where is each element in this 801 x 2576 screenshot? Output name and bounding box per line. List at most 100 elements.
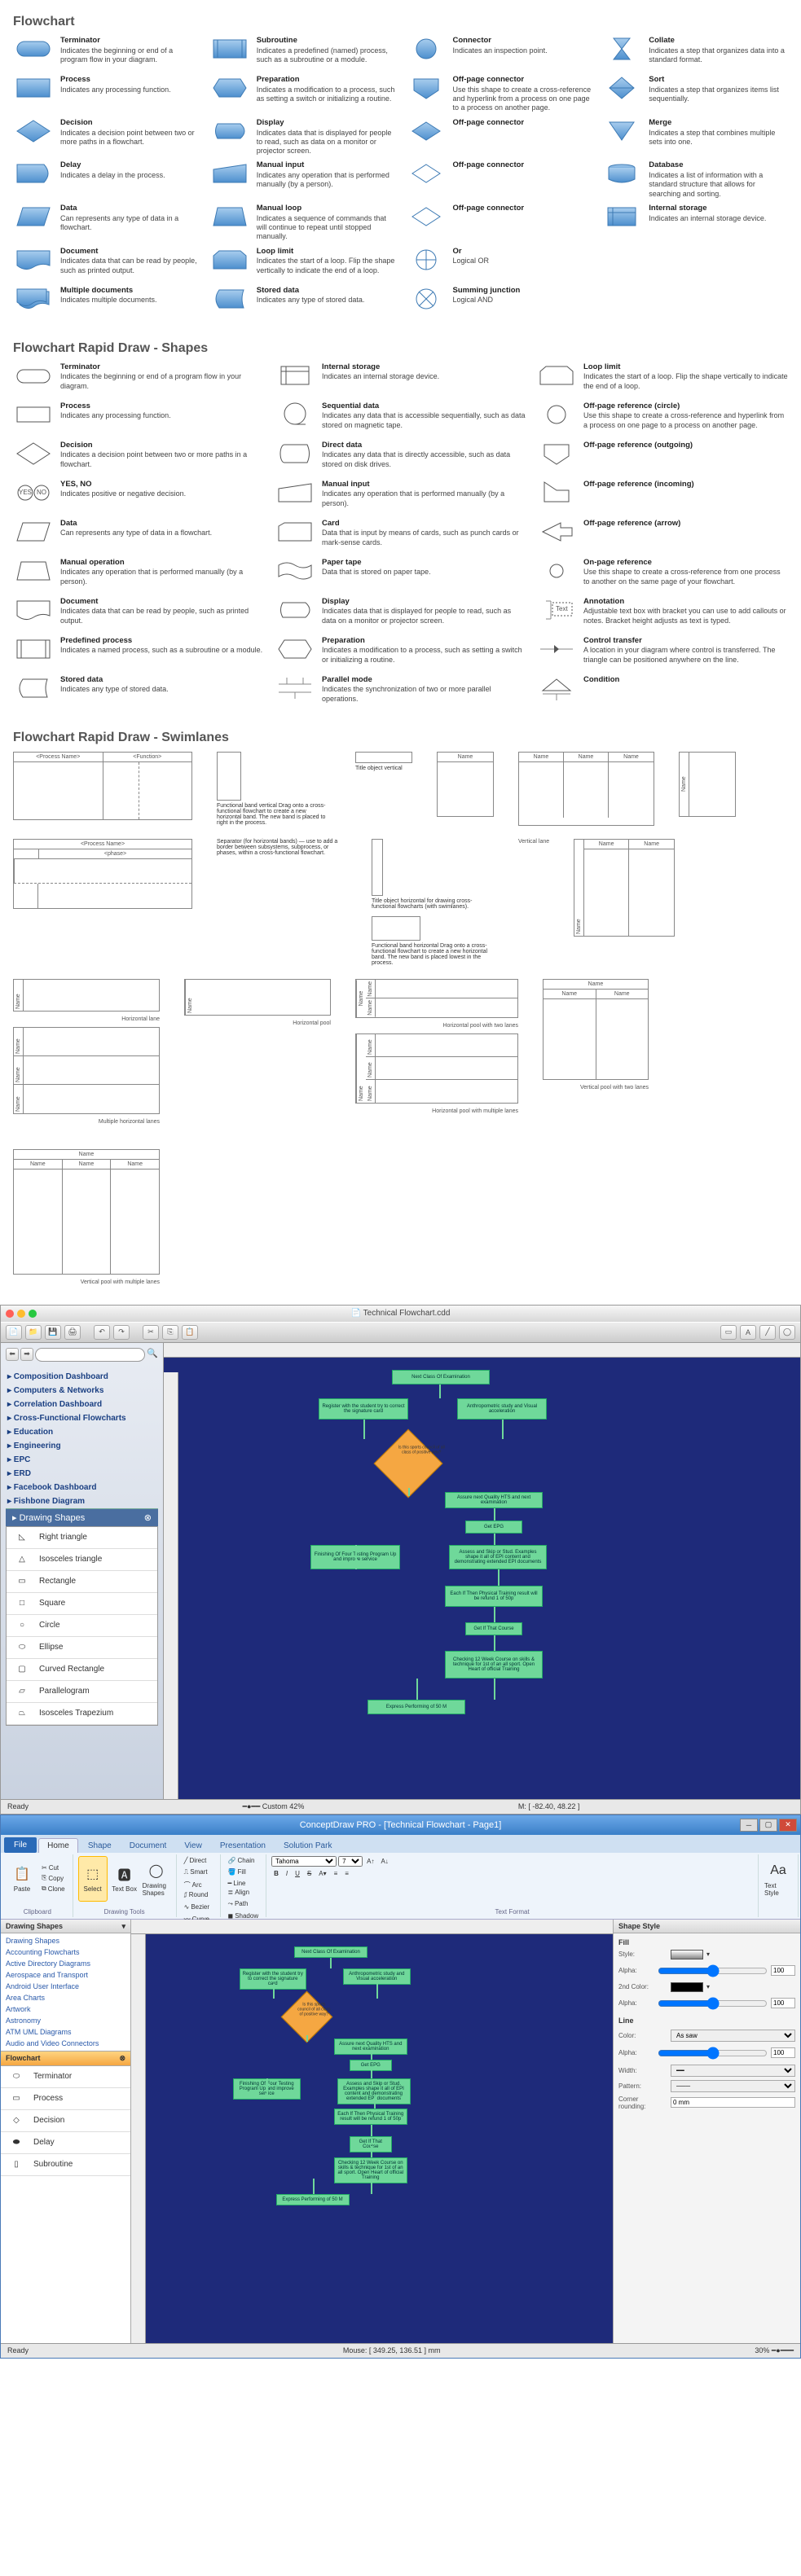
tb-paste-icon[interactable]: 📋 — [182, 1325, 198, 1340]
shape-list-item[interactable]: ◺Right triangle — [7, 1527, 157, 1549]
flow-node[interactable]: Get If That Course — [465, 1622, 522, 1635]
sidebar-item[interactable]: ▸ Composition Dashboard — [6, 1370, 158, 1384]
win-side-item[interactable]: Area Charts — [6, 1992, 125, 2003]
color2-swatch[interactable] — [671, 1982, 703, 1992]
tab-home[interactable]: Home — [38, 1838, 78, 1853]
close-button[interactable]: ✕ — [779, 1819, 797, 1832]
fill-style-swatch[interactable] — [671, 1950, 703, 1959]
tb-line-icon[interactable]: ╱ — [759, 1325, 776, 1340]
ss-line[interactable]: ━ Line — [226, 1879, 249, 1888]
flow-node[interactable]: Express Performing of 50 M — [276, 2194, 350, 2205]
font-select[interactable]: Tahoma — [271, 1856, 337, 1867]
drawing-shapes-panel-head[interactable]: ▸ Drawing Shapes⊗ — [6, 1508, 158, 1526]
sidebar-item[interactable]: ▸ Engineering — [6, 1439, 158, 1453]
win-side-item[interactable]: ATM UML Diagrams — [6, 2026, 125, 2038]
mac-traffic-lights[interactable] — [6, 1310, 37, 1318]
tab-file[interactable]: File — [4, 1837, 37, 1853]
flow-list-item[interactable]: ◇Decision — [1, 2110, 130, 2132]
ss-fill[interactable]: 🪣 Fill — [226, 1867, 249, 1876]
shape-list-item[interactable]: ⬭Ellipse — [7, 1637, 157, 1659]
alpha3-value[interactable] — [771, 2047, 795, 2058]
cut-button[interactable]: ✂ Cut — [39, 1863, 68, 1872]
tb-shape-icon[interactable]: ◯ — [779, 1325, 795, 1340]
search-icon[interactable]: 🔍 — [147, 1348, 158, 1367]
tab-document[interactable]: Document — [121, 1839, 175, 1853]
win-side-item[interactable]: Artwork — [6, 2003, 125, 2015]
win-side-item[interactable]: Accounting Flowcharts — [6, 1946, 125, 1958]
win-side-item[interactable]: Aerospace and Transport — [6, 1969, 125, 1981]
alpha2-slider[interactable] — [658, 1995, 768, 2012]
close-icon[interactable]: ⊗ — [144, 1512, 152, 1523]
tb-undo-icon[interactable]: ↶ — [94, 1325, 110, 1340]
side-nav-icon[interactable]: ➡ — [20, 1348, 33, 1361]
flow-node[interactable]: Next Class Of Examination — [294, 1946, 367, 1958]
win-canvas[interactable]: Next Class Of ExaminationRegister with t… — [131, 1920, 613, 2343]
alpha3-slider[interactable] — [658, 2045, 768, 2061]
flow-node[interactable]: Anthropometric study and Visual accelera… — [343, 1968, 411, 1985]
ss-align[interactable]: ≣ Align — [226, 1888, 253, 1897]
chevron-down-icon[interactable]: ▾ — [121, 1922, 125, 1931]
corner-input[interactable] — [671, 2097, 795, 2108]
conn-bezier[interactable]: ∿ Bezier — [182, 1902, 212, 1911]
flow-node[interactable]: Each If Then Physical Training result wi… — [445, 1586, 543, 1607]
sidebar-item[interactable]: ▸ Fishbone Diagram — [6, 1494, 158, 1508]
shape-list-item[interactable]: ○Circle — [7, 1615, 157, 1637]
flow-list-item[interactable]: ▭Process — [1, 2088, 130, 2110]
shape-list-item[interactable]: ▱Parallelogram — [7, 1681, 157, 1703]
sidebar-item[interactable]: ▸ Computers & Networks — [6, 1384, 158, 1398]
conn-arc[interactable]: ⌒ Arc — [182, 1880, 205, 1890]
flow-node[interactable]: Checking 12 Week Course on skills & tech… — [445, 1651, 543, 1679]
tb-redo-icon[interactable]: ↷ — [113, 1325, 130, 1340]
flow-list-item[interactable]: ⬬Delay — [1, 2132, 130, 2154]
minimize-button[interactable]: ─ — [740, 1819, 758, 1832]
drawing-shapes-tool[interactable]: ◯Drawing Shapes — [142, 1856, 171, 1902]
flow-list-item[interactable]: ⬭Terminator — [1, 2066, 130, 2088]
dropdown-icon[interactable]: ▾ — [706, 1983, 710, 1990]
shape-list-item[interactable]: ▢Curved Rectangle — [7, 1659, 157, 1681]
line-width-select[interactable]: ━━ — [671, 2065, 795, 2077]
shape-list-item[interactable]: △Isosceles triangle — [7, 1549, 157, 1571]
conn-round[interactable]: ⎎ Round — [182, 1890, 211, 1900]
fontcolor-button[interactable]: A▾ — [316, 1869, 328, 1878]
ss-chain[interactable]: 🔗 Chain — [226, 1856, 257, 1865]
win-side-item[interactable]: Audio and Video Connectors — [6, 2038, 125, 2049]
win-side-item[interactable]: Active Directory Diagrams — [6, 1958, 125, 1969]
tb-select-icon[interactable]: ▭ — [720, 1325, 737, 1340]
font-grow-icon[interactable]: A↑ — [364, 1856, 376, 1867]
alpha-slider[interactable] — [658, 1963, 768, 1979]
flow-node[interactable]: Register with the student try to correct… — [319, 1398, 408, 1420]
flow-node[interactable]: Anthropometric study and Visual accelera… — [457, 1398, 547, 1420]
tab-solution-park[interactable]: Solution Park — [275, 1839, 340, 1853]
side-nav-icon[interactable]: ⬅ — [6, 1348, 19, 1361]
fontsize-select[interactable]: 7 — [338, 1856, 363, 1867]
align-center-icon[interactable]: ≡ — [342, 1869, 351, 1878]
sidebar-item[interactable]: ▸ Correlation Dashboard — [6, 1398, 158, 1411]
underline-button[interactable]: U — [293, 1869, 302, 1878]
flow-node[interactable]: Get EPG — [465, 1521, 522, 1534]
shape-list-item[interactable]: ⏢Isosceles Trapezium — [7, 1703, 157, 1725]
win-side-item[interactable]: Android User Interface — [6, 1981, 125, 1992]
win-side-item[interactable]: Astronomy — [6, 2015, 125, 2026]
mac-canvas[interactable]: Next Class Of ExaminationRegister with t… — [164, 1358, 800, 1799]
line-pattern-select[interactable]: ─── — [671, 2080, 795, 2092]
close-icon[interactable]: ⊗ — [119, 2054, 125, 2063]
tb-new-icon[interactable]: 📄 — [6, 1325, 22, 1340]
alpha2-value[interactable] — [771, 1998, 795, 2008]
font-shrink-icon[interactable]: A↓ — [378, 1856, 390, 1867]
align-left-icon[interactable]: ≡ — [332, 1869, 341, 1878]
mac-search-input[interactable] — [35, 1348, 145, 1362]
sidebar-item[interactable]: ▸ ERD — [6, 1467, 158, 1481]
sidebar-item[interactable]: ▸ Facebook Dashboard — [6, 1481, 158, 1494]
strike-button[interactable]: S — [305, 1869, 314, 1878]
tb-text-icon[interactable]: A — [740, 1325, 756, 1340]
shape-list-item[interactable]: ▭Rectangle — [7, 1571, 157, 1593]
flow-node[interactable]: Express Performing of 50 M — [367, 1700, 465, 1714]
line-color-select[interactable]: As saw — [671, 2030, 795, 2042]
zoom-slider[interactable]: ━●━━ — [243, 1802, 261, 1810]
sidebar-item[interactable]: ▸ Education — [6, 1425, 158, 1439]
conn-smart[interactable]: ⎍ Smart — [182, 1867, 210, 1877]
clone-button[interactable]: ⧉ Clone — [39, 1884, 68, 1894]
select-tool[interactable]: ⬚Select — [78, 1856, 108, 1902]
tab-presentation[interactable]: Presentation — [212, 1839, 274, 1853]
flowchart-panel-head[interactable]: Flowchart⊗ — [1, 2051, 130, 2066]
